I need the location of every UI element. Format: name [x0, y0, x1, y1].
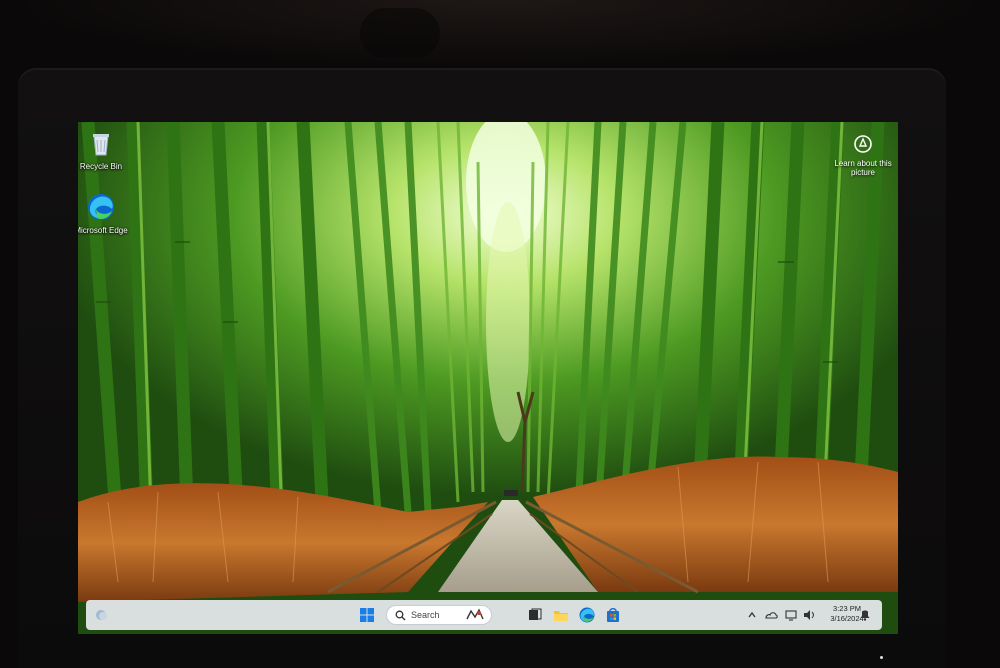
bamboo-forest-wallpaper — [78, 122, 898, 634]
onedrive-icon[interactable] — [764, 606, 778, 624]
camera-spotlight-icon — [854, 135, 872, 153]
edge-taskbar-icon[interactable] — [578, 606, 596, 624]
search-highlight-icon — [466, 608, 484, 620]
network-icon[interactable] — [784, 606, 798, 624]
volume-icon[interactable] — [802, 606, 816, 624]
file-explorer-icon[interactable] — [552, 606, 570, 624]
edge-icon — [88, 194, 114, 220]
task-view-icon[interactable] — [526, 606, 544, 624]
weather-widget-icon[interactable] — [92, 606, 110, 624]
camera-shadow — [360, 8, 440, 58]
chevron-up-icon[interactable] — [746, 606, 758, 624]
taskbar: Search 3:23 PM 3/16/2024 — [86, 600, 882, 630]
recycle-bin-shortcut[interactable]: Recycle Bin — [78, 128, 130, 171]
background-top — [0, 0, 1000, 70]
learn-about-label: Learn about this picture — [834, 159, 892, 177]
desktop-screen: Recycle Bin Microsoft Edge Learn about t… — [78, 122, 898, 634]
recycle-bin-label: Recycle Bin — [79, 162, 123, 171]
search-placeholder: Search — [411, 610, 440, 620]
notification-icon[interactable] — [858, 606, 872, 624]
recycle-bin-icon — [93, 134, 109, 156]
learn-about-picture[interactable]: Learn about this picture — [828, 134, 898, 177]
store-icon[interactable] — [604, 606, 622, 624]
microsoft-edge-shortcut[interactable]: Microsoft Edge — [78, 192, 130, 235]
start-icon[interactable] — [358, 606, 376, 624]
microsoft-edge-label: Microsoft Edge — [78, 226, 128, 235]
taskbar-search-box[interactable]: Search — [386, 605, 492, 625]
power-indicator-light — [880, 656, 883, 659]
search-icon — [395, 610, 406, 621]
